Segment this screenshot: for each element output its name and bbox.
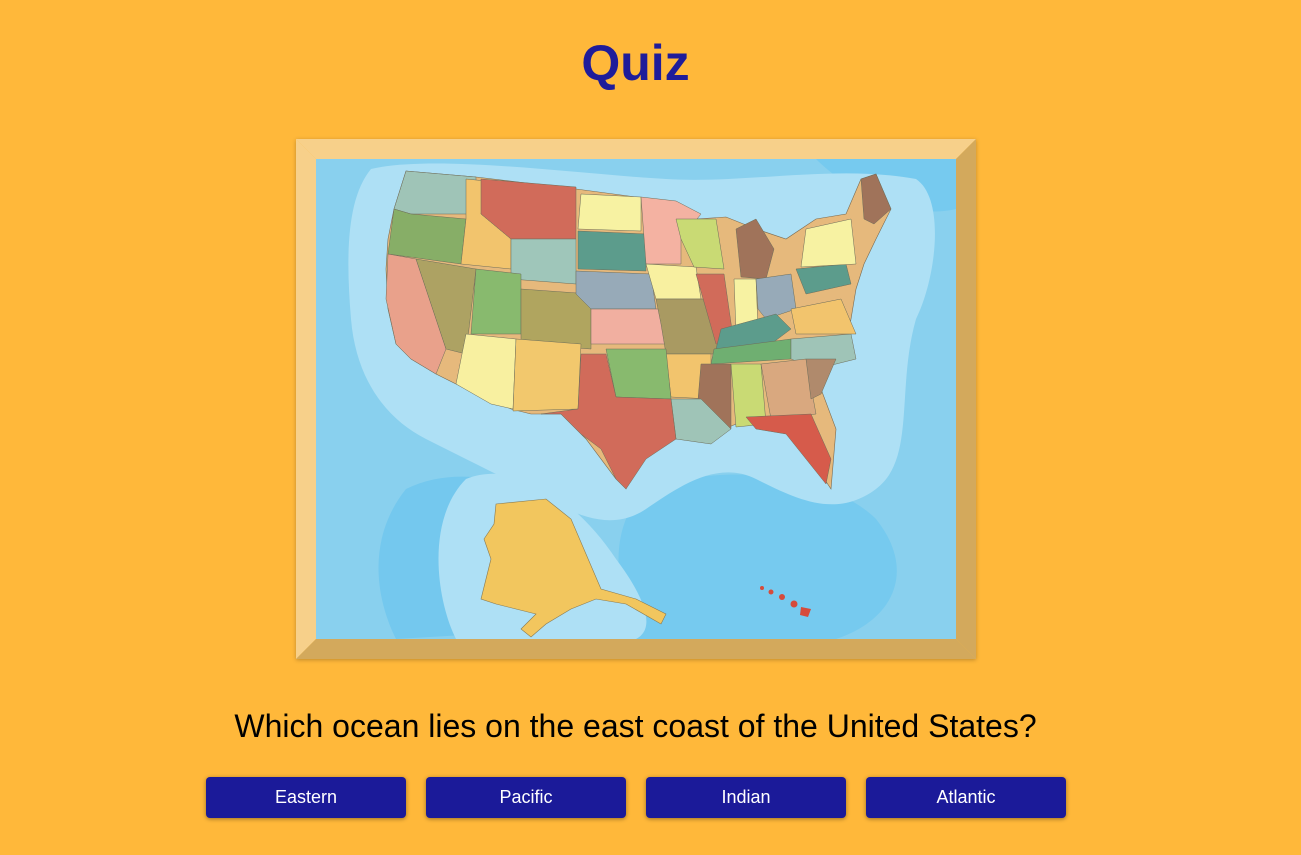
us-map-illustration <box>316 159 956 639</box>
map-frame <box>296 139 976 659</box>
answer-button-atlantic[interactable]: Atlantic <box>866 777 1066 818</box>
answer-button-indian[interactable]: Indian <box>646 777 846 818</box>
answer-button-eastern[interactable]: Eastern <box>206 777 406 818</box>
answer-button-pacific[interactable]: Pacific <box>426 777 626 818</box>
answer-options: Eastern Pacific Indian Atlantic <box>206 777 1066 818</box>
us-map-image <box>316 159 956 639</box>
quiz-question: Which ocean lies on the east coast of th… <box>234 708 1037 744</box>
quiz-page: Quiz Which ocean lies on the east coast … <box>0 0 1301 855</box>
page-title: Quiz <box>581 35 690 91</box>
